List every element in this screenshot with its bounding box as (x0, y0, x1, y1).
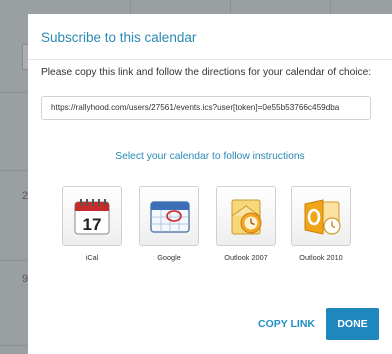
subscribe-calendar-modal: Subscribe to this calendar Please copy t… (28, 14, 392, 354)
calendar-option-tile[interactable] (139, 186, 199, 246)
instructions-text: Please copy this link and follow the dir… (41, 67, 372, 78)
copy-link-button[interactable]: COPY LINK (258, 318, 315, 330)
calendar-option-outlook-2007[interactable]: Outlook 2007 (216, 186, 280, 276)
calendar-option-label: Google (157, 253, 181, 262)
ical-icon: 17 (74, 199, 110, 235)
calendar-link-field[interactable]: https://rallyhood.com/users/27561/events… (41, 96, 371, 120)
ical-day-number: 17 (83, 215, 102, 234)
calendar-option-outlook-2010[interactable]: Outlook 2010 (291, 186, 355, 276)
calendar-option-ical[interactable]: 17 iCal (62, 186, 126, 276)
calendar-option-tile[interactable] (216, 186, 276, 246)
calendar-option-tile[interactable] (291, 186, 351, 246)
calendar-option-google[interactable]: Google (139, 186, 203, 276)
calendar-option-label: iCal (85, 253, 99, 262)
modal-header: Subscribe to this calendar (28, 14, 392, 60)
calendar-option-label: Outlook 2007 (224, 253, 268, 262)
done-button[interactable]: DONE (326, 308, 379, 340)
select-calendar-label: Select your calendar to follow instructi… (115, 151, 305, 162)
calendar-option-tile[interactable]: 17 (62, 186, 122, 246)
google-calendar-icon (150, 201, 190, 233)
calendar-option-label: Outlook 2010 (299, 253, 343, 262)
outlook-2010-icon (304, 199, 341, 235)
calendar-link-text: https://rallyhood.com/users/27561/events… (51, 103, 340, 112)
outlook-2007-icon (231, 199, 262, 235)
modal-title: Subscribe to this calendar (41, 30, 197, 45)
